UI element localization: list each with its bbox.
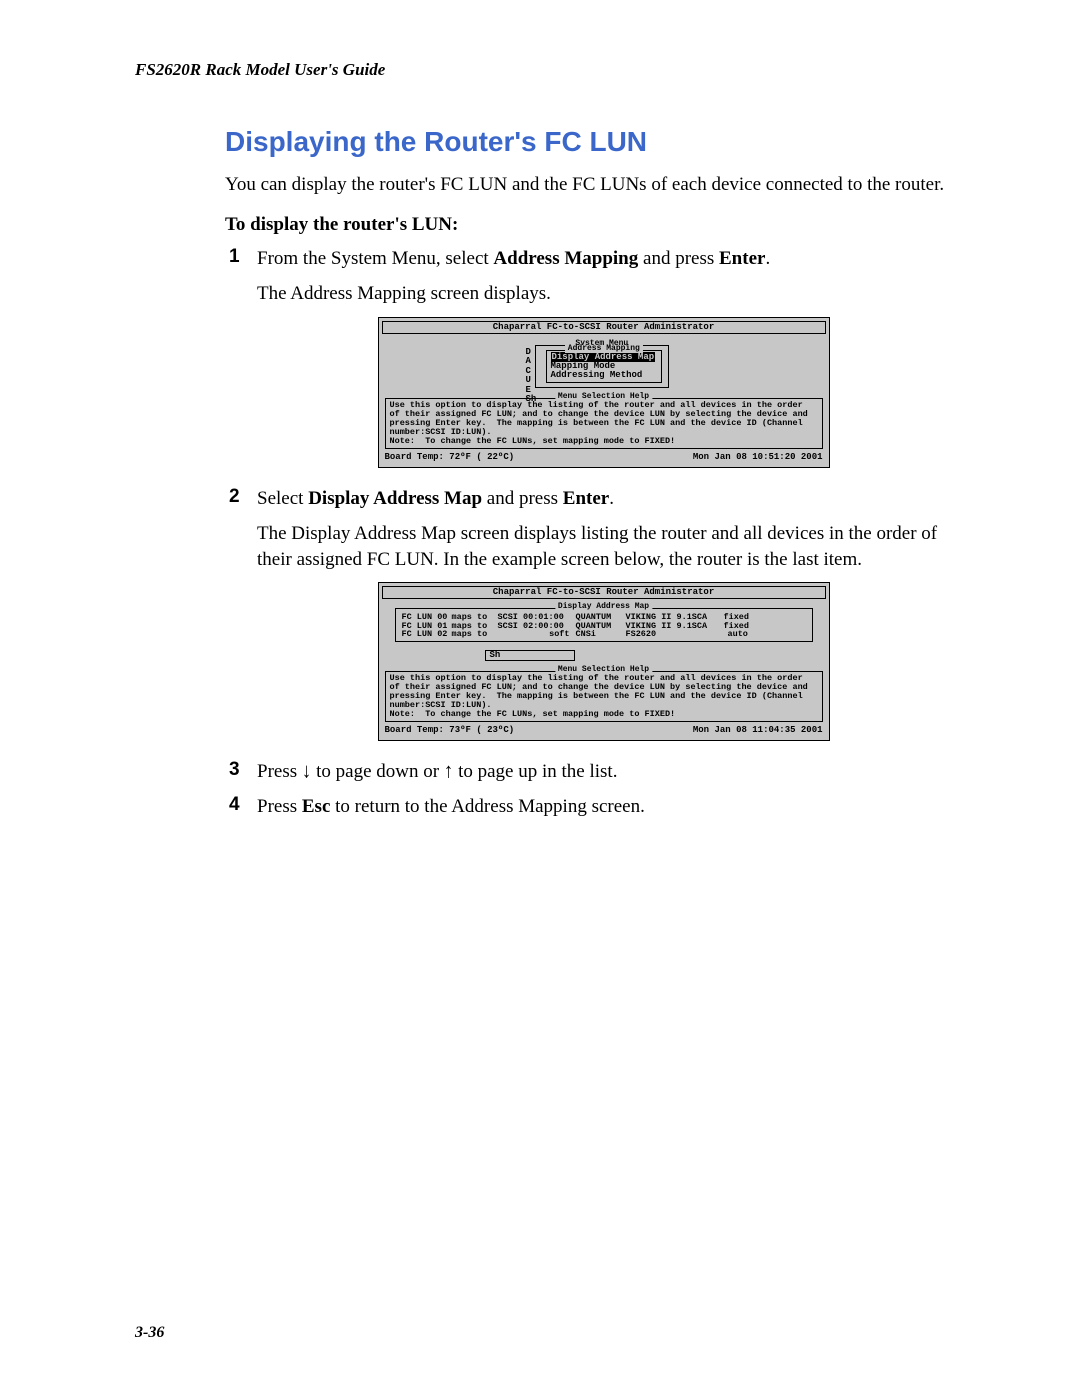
intro-paragraph: You can display the router's FC LUN and … <box>225 172 950 198</box>
up-arrow-icon: ↑ <box>444 757 454 785</box>
running-header: FS2620R Rack Model User's Guide <box>135 60 950 80</box>
step-1: From the System Menu, select Address Map… <box>225 246 950 468</box>
step-2-text: Select <box>257 488 308 509</box>
page-number: 3-36 <box>135 1324 164 1342</box>
step-3: Press ↓ to page down or ↑ to page up in … <box>225 759 950 785</box>
step-1-result: The Address Mapping screen displays. <box>257 281 950 307</box>
procedure-label: To display the router's LUN: <box>225 214 950 236</box>
status-temp-2: Board Temp: 73ºF ( 23ºC) <box>385 726 515 735</box>
help-frame: Menu Selection Help Use this option to d… <box>385 398 823 449</box>
screenshot-display-address-map: Chaparral FC-to-SCSI Router Administrato… <box>378 582 830 740</box>
section-title: Displaying the Router's FC LUN <box>225 126 950 158</box>
help-text: Use this option to display the listing o… <box>390 401 818 446</box>
terminal-title: Chaparral FC-to-SCSI Router Administrato… <box>382 321 826 334</box>
key-enter: Enter <box>719 248 765 269</box>
step-1-text: From the System Menu, select <box>257 248 493 269</box>
key-esc: Esc <box>302 796 331 817</box>
step-1-text2: and press <box>638 248 719 269</box>
step-2-text2: and press <box>482 488 563 509</box>
help-frame-2: Menu Selection Help Use this option to d… <box>385 671 823 722</box>
step-2-result: The Display Address Map screen displays … <box>257 521 950 572</box>
help-text-2: Use this option to display the listing o… <box>390 674 818 719</box>
step-3-text: Press <box>257 761 302 782</box>
step-4-text2: to return to the Address Mapping screen. <box>330 796 644 817</box>
status-temp: Board Temp: 72ºF ( 22ºC) <box>385 453 515 462</box>
step-1-text3: . <box>765 248 770 269</box>
step-2-text3: . <box>609 488 614 509</box>
step-2: Select Display Address Map and press Ent… <box>225 486 950 741</box>
display-address-map-frame: Display Address Map FC LUN 00maps toSCSI… <box>395 608 813 642</box>
address-mapping-frame-label: Address Mapping <box>565 345 643 353</box>
terminal-title-2: Chaparral FC-to-SCSI Router Administrato… <box>382 586 826 599</box>
help-frame-label-2: Menu Selection Help <box>555 666 652 674</box>
address-mapping-menu-frame: Address Mapping Display Address Map Mapp… <box>546 350 663 383</box>
display-address-map-label: Display Address Map <box>555 603 652 611</box>
menu-name-address-mapping: Address Mapping <box>493 248 638 269</box>
table-row: FC LUN 02maps tosoftCNSiFS2620auto <box>402 630 806 639</box>
help-frame-label: Menu Selection Help <box>555 393 652 401</box>
down-arrow-icon: ↓ <box>302 757 312 785</box>
status-datetime: Mon Jan 08 10:51:20 2001 <box>693 453 823 462</box>
step-4-text: Press <box>257 796 302 817</box>
menu-name-display-address-map: Display Address Map <box>308 488 482 509</box>
menu-item-addressing-method: Addressing Method <box>551 371 656 380</box>
status-datetime-2: Mon Jan 08 11:04:35 2001 <box>693 726 823 735</box>
step-4: Press Esc to return to the Address Mappi… <box>225 794 950 820</box>
sh-box: Sh <box>485 650 575 661</box>
system-menu-frame: System Menu D A C U E Sh Address Mapping… <box>535 345 670 388</box>
menu-side-letters: D A C U E Sh <box>526 348 537 405</box>
key-enter-2: Enter <box>563 488 609 509</box>
step-3-text3: to page up in the list. <box>453 761 617 782</box>
screenshot-address-mapping: Chaparral FC-to-SCSI Router Administrato… <box>378 317 830 468</box>
step-3-text2: to page down or <box>311 761 443 782</box>
